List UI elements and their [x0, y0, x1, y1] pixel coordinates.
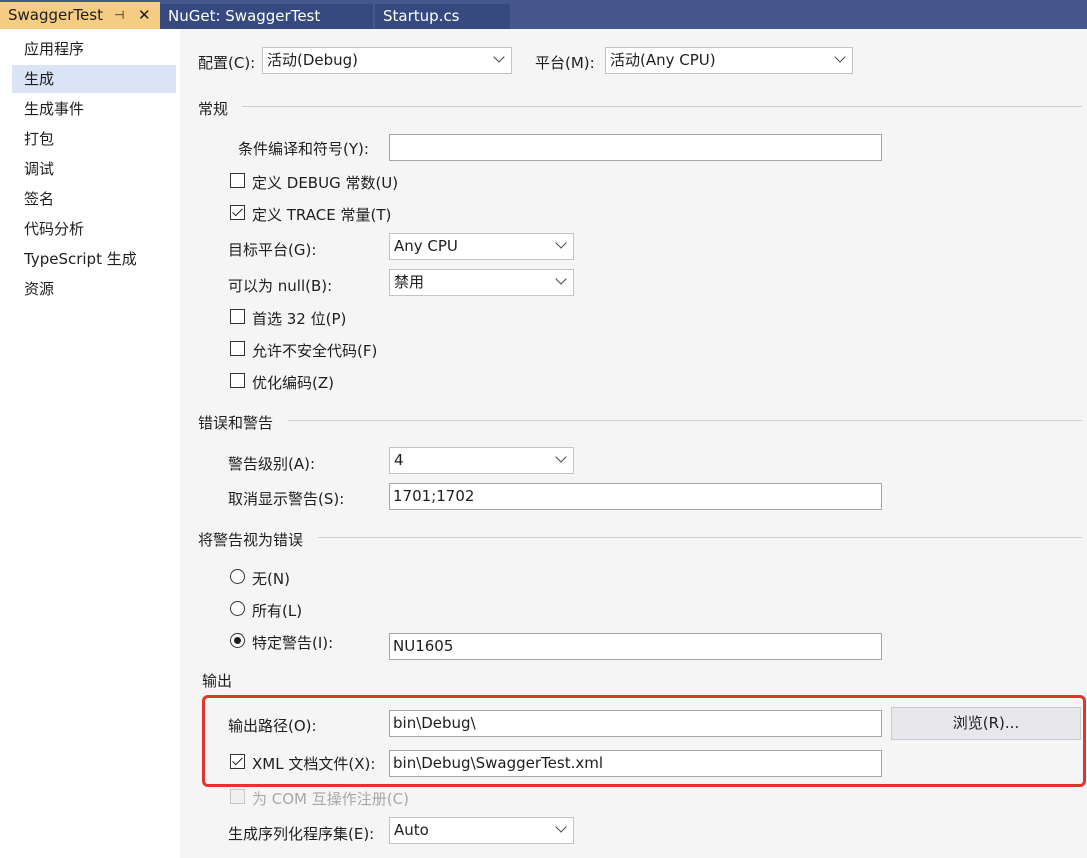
unsafe-code-checkbox[interactable]	[230, 341, 245, 356]
section-errors-title: 错误和警告	[198, 414, 274, 432]
sidebar-item-signing[interactable]: 签名	[12, 185, 176, 213]
define-trace-label: 定义 TRACE 常量(T)	[252, 206, 392, 224]
symbols-input[interactable]	[389, 134, 882, 161]
output-path-label: 输出路径(O):	[228, 717, 317, 735]
platform-label: 平台(M):	[535, 54, 595, 72]
sidebar-item-resources[interactable]: 资源	[12, 275, 176, 303]
unsafe-code-label: 允许不安全代码(F)	[252, 342, 378, 360]
define-debug-checkbox[interactable]	[230, 173, 245, 188]
sidebar-item-build[interactable]: 生成	[12, 65, 176, 93]
warning-level-dropdown[interactable]: 4	[389, 447, 574, 474]
chevron-down-icon	[555, 821, 567, 833]
chevron-down-icon	[555, 273, 567, 285]
config-label: 配置(C):	[198, 54, 256, 72]
sidebar-item-application[interactable]: 应用程序	[12, 35, 176, 63]
tab-startup[interactable]: Startup.cs	[375, 4, 510, 29]
treat-all-radio[interactable]	[230, 601, 245, 616]
build-settings-panel: 配置(C): 活动(Debug) 平台(M): 活动(Any CPU) 常规 条…	[180, 29, 1087, 858]
browse-button[interactable]: 浏览(R)...	[891, 707, 1081, 740]
document-tab-bar: SwaggerTest ⊣ ✕ NuGet: SwaggerTest Start…	[0, 0, 1087, 29]
config-dropdown[interactable]: 活动(Debug)	[262, 47, 512, 74]
target-platform-dropdown[interactable]: Any CPU	[389, 233, 574, 260]
serialization-value: Auto	[394, 821, 429, 839]
serialization-dropdown[interactable]: Auto	[389, 817, 574, 844]
com-interop-checkbox	[230, 789, 245, 804]
project-properties-sidebar: 应用程序 生成 生成事件 打包 调试 签名 代码分析 TypeScript 生成…	[0, 29, 180, 858]
nullable-dropdown[interactable]: 禁用	[389, 269, 574, 296]
nullable-label: 可以为 null(B):	[228, 277, 333, 295]
specific-warnings-input[interactable]: NU1605	[389, 633, 882, 660]
treat-all-label: 所有(L)	[252, 602, 303, 620]
treat-specific-radio[interactable]	[230, 633, 245, 648]
tab-nuget[interactable]: NuGet: SwaggerTest	[160, 4, 373, 29]
chevron-down-icon	[834, 51, 846, 63]
optimize-code-checkbox[interactable]	[230, 373, 245, 388]
tab-label: Startup.cs	[383, 7, 460, 25]
section-divider	[288, 420, 1082, 421]
chevron-down-icon	[555, 237, 567, 249]
tab-label: NuGet: SwaggerTest	[168, 7, 321, 25]
sidebar-item-package[interactable]: 打包	[12, 125, 176, 153]
treat-none-label: 无(N)	[252, 570, 290, 588]
sidebar-item-typescript-build[interactable]: TypeScript 生成	[12, 245, 176, 273]
treat-none-radio[interactable]	[230, 569, 245, 584]
target-platform-value: Any CPU	[394, 237, 458, 255]
define-debug-label: 定义 DEBUG 常数(U)	[252, 174, 399, 192]
section-general-title: 常规	[198, 100, 229, 118]
treat-specific-label: 特定警告(I):	[252, 634, 334, 652]
com-interop-label: 为 COM 互操作注册(C)	[252, 790, 409, 808]
xml-doc-checkbox[interactable]	[230, 754, 245, 769]
section-divider	[318, 537, 1082, 538]
platform-value: 活动(Any CPU)	[610, 51, 716, 69]
pin-icon[interactable]: ⊣	[114, 2, 124, 29]
sidebar-item-build-events[interactable]: 生成事件	[12, 95, 176, 123]
close-icon[interactable]: ✕	[138, 2, 151, 29]
section-treat-warnings-title: 将警告视为错误	[198, 531, 304, 549]
warning-level-value: 4	[394, 451, 404, 469]
output-path-input[interactable]: bin\Debug\	[389, 710, 882, 737]
platform-dropdown[interactable]: 活动(Any CPU)	[605, 47, 853, 74]
prefer32-label: 首选 32 位(P)	[252, 310, 347, 328]
tab-swaggertest[interactable]: SwaggerTest ⊣ ✕	[0, 2, 160, 29]
warning-level-label: 警告级别(A):	[228, 455, 316, 473]
tab-label: SwaggerTest	[8, 6, 103, 24]
nullable-value: 禁用	[394, 273, 425, 291]
xml-doc-path-input[interactable]: bin\Debug\SwaggerTest.xml	[389, 750, 882, 777]
section-divider	[242, 106, 1082, 107]
sidebar-item-debug[interactable]: 调试	[12, 155, 176, 183]
suppress-warnings-label: 取消显示警告(S):	[228, 490, 345, 508]
define-trace-checkbox[interactable]	[230, 205, 245, 220]
chevron-down-icon	[555, 451, 567, 463]
optimize-code-label: 优化编码(Z)	[252, 374, 334, 392]
symbols-label: 条件编译和符号(Y):	[238, 140, 369, 158]
serialization-label: 生成序列化程序集(E):	[228, 825, 375, 843]
xml-doc-label: XML 文档文件(X):	[252, 755, 376, 773]
config-value: 活动(Debug)	[267, 51, 359, 69]
section-output-title: 输出	[202, 672, 233, 690]
target-platform-label: 目标平台(G):	[228, 241, 317, 259]
chevron-down-icon	[493, 51, 505, 63]
suppress-warnings-input[interactable]: 1701;1702	[389, 483, 882, 510]
sidebar-item-code-analysis[interactable]: 代码分析	[12, 215, 176, 243]
prefer32-checkbox[interactable]	[230, 309, 245, 324]
